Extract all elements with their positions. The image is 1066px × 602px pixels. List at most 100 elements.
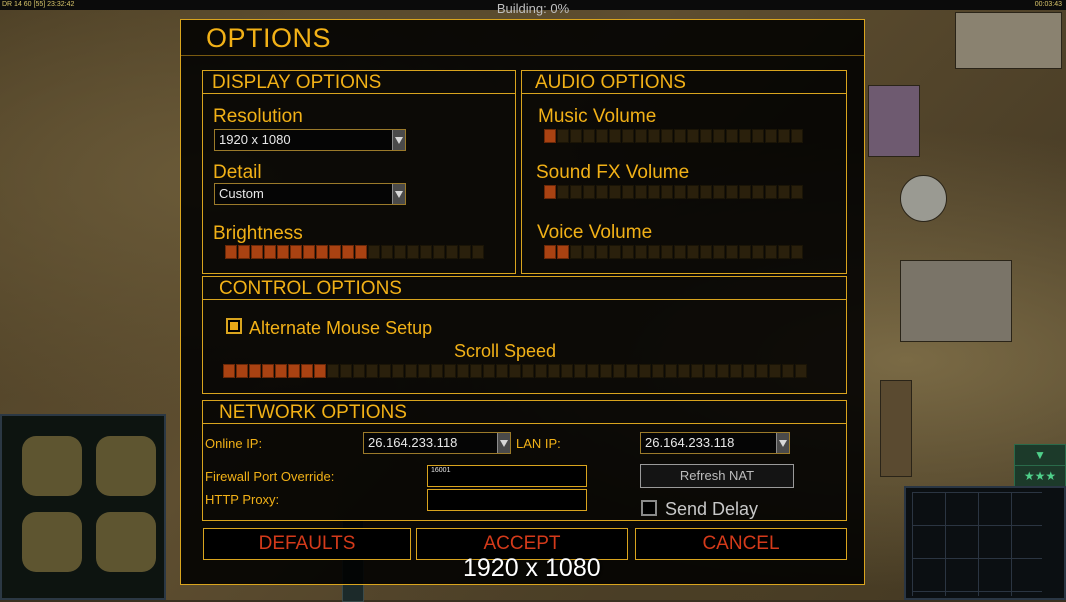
slider-segment[interactable]	[496, 364, 508, 378]
slider-segment[interactable]	[583, 245, 595, 259]
lan-ip-dropdown[interactable]: 26.164.233.118	[640, 432, 790, 454]
slider-segment[interactable]	[509, 364, 521, 378]
slider-segment[interactable]	[583, 185, 595, 199]
slider-segment[interactable]	[225, 245, 237, 259]
slider-segment[interactable]	[648, 245, 660, 259]
slider-segment[interactable]	[570, 245, 582, 259]
slider-segment[interactable]	[574, 364, 586, 378]
slider-segment[interactable]	[561, 364, 573, 378]
slider-segment[interactable]	[470, 364, 482, 378]
slider-segment[interactable]	[366, 364, 378, 378]
slider-segment[interactable]	[713, 129, 725, 143]
brightness-slider[interactable]	[225, 245, 484, 259]
slider-segment[interactable]	[405, 364, 417, 378]
slider-segment[interactable]	[622, 185, 634, 199]
slider-segment[interactable]	[275, 364, 287, 378]
cancel-button[interactable]: CANCEL	[635, 528, 847, 560]
slider-segment[interactable]	[548, 364, 560, 378]
slider-segment[interactable]	[791, 129, 803, 143]
chevron-down-icon[interactable]	[392, 184, 405, 204]
slider-segment[interactable]	[739, 129, 751, 143]
slider-segment[interactable]	[249, 364, 261, 378]
slider-segment[interactable]	[583, 129, 595, 143]
slider-segment[interactable]	[795, 364, 807, 378]
slider-segment[interactable]	[472, 245, 484, 259]
slider-segment[interactable]	[765, 185, 777, 199]
command-grid-panel[interactable]	[904, 486, 1066, 600]
slider-segment[interactable]	[340, 364, 352, 378]
slider-segment[interactable]	[765, 129, 777, 143]
slider-segment[interactable]	[596, 185, 608, 199]
minimap[interactable]	[0, 414, 166, 600]
slider-segment[interactable]	[392, 364, 404, 378]
rank-stars-icon[interactable]: ★★★	[1014, 465, 1066, 487]
slider-segment[interactable]	[778, 129, 790, 143]
slider-segment[interactable]	[587, 364, 599, 378]
slider-segment[interactable]	[700, 245, 712, 259]
slider-segment[interactable]	[418, 364, 430, 378]
slider-segment[interactable]	[756, 364, 768, 378]
slider-segment[interactable]	[379, 364, 391, 378]
slider-segment[interactable]	[288, 364, 300, 378]
slider-segment[interactable]	[596, 129, 608, 143]
slider-segment[interactable]	[433, 245, 445, 259]
slider-segment[interactable]	[264, 245, 276, 259]
slider-segment[interactable]	[459, 245, 471, 259]
slider-segment[interactable]	[674, 185, 686, 199]
chevron-down-icon[interactable]	[776, 433, 789, 453]
slider-segment[interactable]	[314, 364, 326, 378]
slider-segment[interactable]	[713, 245, 725, 259]
slider-segment[interactable]	[522, 364, 534, 378]
slider-segment[interactable]	[570, 185, 582, 199]
slider-segment[interactable]	[301, 364, 313, 378]
slider-segment[interactable]	[730, 364, 742, 378]
slider-segment[interactable]	[739, 245, 751, 259]
scroll-speed-slider[interactable]	[223, 364, 807, 378]
slider-segment[interactable]	[483, 364, 495, 378]
slider-segment[interactable]	[381, 245, 393, 259]
slider-segment[interactable]	[327, 364, 339, 378]
slider-segment[interactable]	[407, 245, 419, 259]
slider-segment[interactable]	[726, 245, 738, 259]
slider-segment[interactable]	[674, 245, 686, 259]
slider-segment[interactable]	[687, 245, 699, 259]
slider-segment[interactable]	[752, 129, 764, 143]
slider-segment[interactable]	[652, 364, 664, 378]
slider-segment[interactable]	[635, 185, 647, 199]
detail-dropdown[interactable]: Custom	[214, 183, 406, 205]
slider-segment[interactable]	[394, 245, 406, 259]
slider-segment[interactable]	[420, 245, 432, 259]
resolution-dropdown[interactable]: 1920 x 1080	[214, 129, 406, 151]
slider-segment[interactable]	[557, 185, 569, 199]
slider-segment[interactable]	[661, 185, 673, 199]
slider-segment[interactable]	[648, 185, 660, 199]
slider-segment[interactable]	[648, 129, 660, 143]
slider-segment[interactable]	[752, 185, 764, 199]
slider-segment[interactable]	[661, 129, 673, 143]
slider-segment[interactable]	[223, 364, 235, 378]
slider-segment[interactable]	[700, 185, 712, 199]
slider-segment[interactable]	[355, 245, 367, 259]
slider-segment[interactable]	[622, 129, 634, 143]
slider-segment[interactable]	[678, 364, 690, 378]
sound-fx-volume-slider[interactable]	[544, 185, 803, 199]
music-volume-slider[interactable]	[544, 129, 803, 143]
slider-segment[interactable]	[609, 245, 621, 259]
slider-segment[interactable]	[535, 364, 547, 378]
slider-segment[interactable]	[778, 245, 790, 259]
slider-segment[interactable]	[457, 364, 469, 378]
slider-segment[interactable]	[277, 245, 289, 259]
slider-segment[interactable]	[544, 129, 556, 143]
slider-segment[interactable]	[639, 364, 651, 378]
slider-segment[interactable]	[791, 245, 803, 259]
slider-segment[interactable]	[544, 245, 556, 259]
slider-segment[interactable]	[290, 245, 302, 259]
slider-segment[interactable]	[251, 245, 263, 259]
slider-segment[interactable]	[316, 245, 328, 259]
slider-segment[interactable]	[665, 364, 677, 378]
slider-segment[interactable]	[613, 364, 625, 378]
slider-segment[interactable]	[713, 185, 725, 199]
slider-segment[interactable]	[739, 185, 751, 199]
slider-segment[interactable]	[236, 364, 248, 378]
slider-segment[interactable]	[444, 364, 456, 378]
